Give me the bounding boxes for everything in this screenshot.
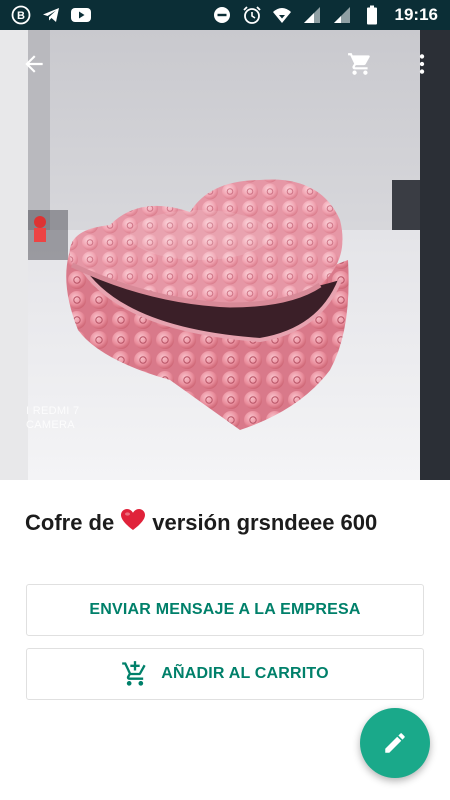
cart-button[interactable] <box>338 42 382 86</box>
add-shopping-cart-icon <box>122 661 146 686</box>
heart-emoji-icon <box>120 508 146 538</box>
edit-fab-button[interactable] <box>360 708 430 778</box>
telegram-icon <box>40 4 62 26</box>
product-title-prefix: Cofre de <box>25 510 115 535</box>
more-options-button[interactable] <box>400 42 444 86</box>
status-right: 19:16 <box>211 4 438 26</box>
add-to-cart-button[interactable]: AÑADIR AL CARRITO <box>26 648 424 700</box>
edit-pencil-icon <box>385 733 405 753</box>
arrow-back-icon <box>25 55 43 73</box>
do-not-disturb-icon <box>211 4 233 26</box>
more-vertical-icon <box>419 54 425 74</box>
message-business-label: ENVIAR MENSAJE A LA EMPRESA <box>89 601 361 618</box>
back-button[interactable] <box>12 42 56 86</box>
screen: B 19:16 I REDMI 7 CAMERA Cofre de versió… <box>0 0 450 800</box>
battery-icon <box>361 4 383 26</box>
signal-icon <box>331 4 353 26</box>
wifi-icon <box>271 4 293 26</box>
app-bar <box>0 30 450 100</box>
camera-watermark-line1: I REDMI 7 <box>26 405 80 417</box>
status-left: B <box>10 4 92 26</box>
add-to-cart-label: AÑADIR AL CARRITO <box>161 665 329 682</box>
status-time: 19:16 <box>394 5 438 24</box>
b-icon: B <box>10 4 32 26</box>
camera-watermark: I REDMI 7 CAMERA <box>26 404 79 432</box>
message-business-button[interactable]: ENVIAR MENSAJE A LA EMPRESA <box>26 584 424 636</box>
shopping-cart-icon <box>348 53 370 75</box>
product-title-suffix: versión grsndeee 600 <box>152 510 378 535</box>
status-bar: B 19:16 <box>0 0 450 30</box>
youtube-icon <box>70 4 92 26</box>
signal-icon <box>301 4 323 26</box>
alarm-icon <box>241 4 263 26</box>
camera-watermark-line2: CAMERA <box>26 419 75 431</box>
svg-text:B: B <box>17 10 25 22</box>
product-title: Cofre de versión grsndeee 600 <box>25 508 435 538</box>
